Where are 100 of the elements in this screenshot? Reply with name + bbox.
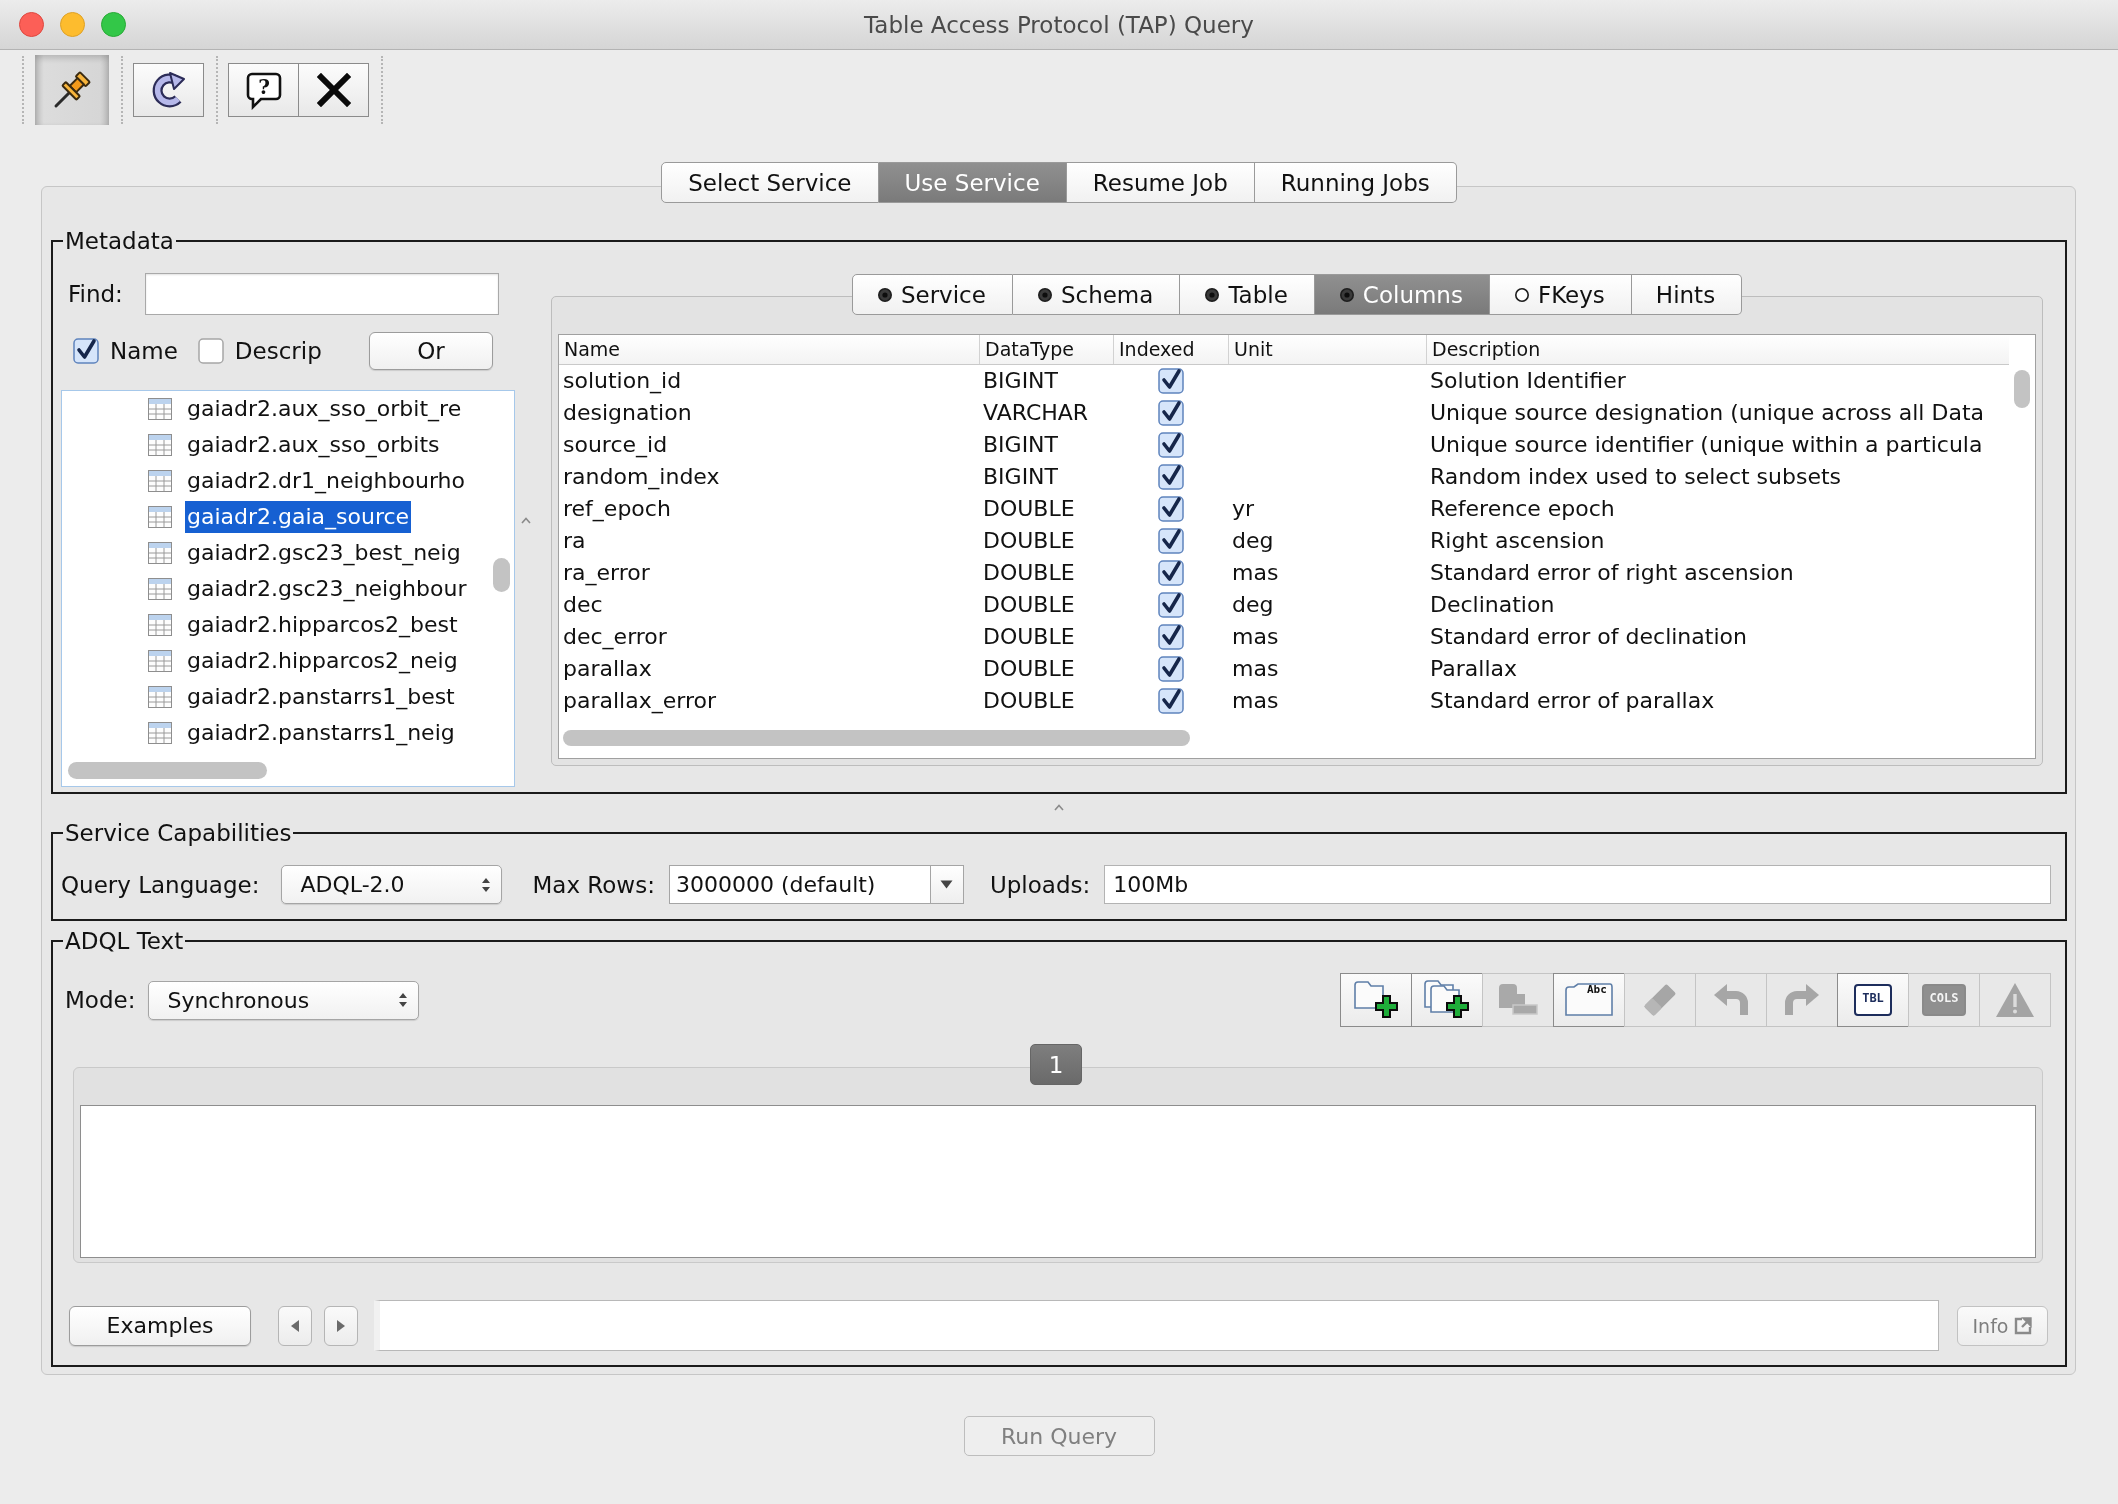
rename-button[interactable]: Abc — [1553, 973, 1625, 1027]
tab[interactable]: Service — [851, 274, 1013, 315]
table-icon — [148, 470, 172, 492]
checkbox[interactable] — [1157, 560, 1184, 586]
scrollbar-thumb[interactable] — [563, 730, 1190, 746]
tree-item[interactable]: gaiadr2.panstarrs1_best — [185, 681, 457, 713]
table-icon — [148, 722, 172, 744]
refresh-button[interactable] — [133, 63, 204, 117]
table-cell-text: DOUBLE — [982, 623, 1076, 651]
pin-button[interactable] — [35, 55, 109, 125]
table-cell-text: Unique source designation (unique across all Data — [1429, 399, 1985, 427]
column-header[interactable]: Unit — [1228, 335, 1426, 364]
checkbox[interactable] — [73, 338, 99, 364]
tab[interactable]: Select Service — [661, 162, 879, 203]
table-cell-text: Reference epoch — [1429, 495, 1616, 523]
tree-item[interactable]: gaiadr2.hipparcos2_neig — [185, 645, 460, 677]
folders-plus-icon — [1423, 979, 1471, 1021]
tab[interactable]: Columns — [1314, 274, 1490, 315]
table-cell-text: DOUBLE — [982, 559, 1076, 587]
tab[interactable]: Schema — [1012, 274, 1181, 315]
table-icon — [148, 434, 172, 456]
find-label: Find: — [68, 281, 123, 307]
scrollbar-thumb[interactable] — [68, 762, 267, 779]
checkbox[interactable] — [1157, 624, 1184, 650]
copy-folder-button[interactable] — [1411, 973, 1483, 1027]
dropdown[interactable]: Synchronous — [148, 980, 420, 1020]
column-header[interactable]: DataType — [979, 335, 1113, 364]
text-field[interactable] — [374, 1300, 1939, 1351]
close-button[interactable] — [298, 63, 369, 117]
examples-button[interactable]: Examples — [69, 1305, 251, 1346]
table-cell-text: parallax — [562, 655, 653, 683]
checkbox[interactable] — [1157, 400, 1184, 426]
previous-button[interactable] — [278, 1305, 312, 1346]
tab[interactable]: Hints — [1631, 274, 1743, 315]
column-header[interactable]: Indexed — [1113, 335, 1228, 364]
field-label: Uploads: — [989, 871, 1091, 898]
table-cell-text: ra — [562, 527, 587, 555]
checkbox-label: Descrip — [234, 338, 322, 364]
tab[interactable]: Resume Job — [1066, 162, 1255, 203]
checkbox[interactable] — [1157, 528, 1184, 554]
tree-item[interactable]: gaiadr2.hipparcos2_best — [185, 609, 460, 641]
mode-button[interactable]: Or — [369, 332, 493, 370]
tree-item[interactable]: gaiadr2.aux_sso_orbits — [185, 429, 442, 461]
table-cell-text: mas — [1231, 655, 1280, 683]
field-label: Mode: — [65, 987, 136, 1013]
checkbox[interactable] — [1157, 688, 1184, 714]
add-folder-button[interactable] — [1340, 973, 1412, 1027]
page-tab[interactable]: 1 — [1030, 1044, 1082, 1085]
tree-item[interactable]: gaiadr2.gaia_source — [185, 501, 412, 533]
splitter-caret-icon[interactable] — [521, 517, 531, 524]
uploads-field[interactable]: 100Mb — [1104, 865, 2051, 904]
table-cell-text: Unique source identifier (unique within a particula — [1429, 431, 1984, 459]
tree-item[interactable]: gaiadr2.gsc23_neighbour — [185, 573, 469, 605]
table-cell-text: DOUBLE — [982, 527, 1076, 555]
table-cell-text: BIGINT — [982, 463, 1059, 491]
tab[interactable]: FKeys — [1489, 274, 1632, 315]
tables-button[interactable]: TBL — [1837, 973, 1909, 1027]
table-cell-text: Right ascension — [1429, 527, 1606, 555]
checkbox[interactable] — [1157, 592, 1184, 618]
table-cell-text: DOUBLE — [982, 591, 1076, 619]
find-field[interactable] — [145, 273, 499, 315]
checkbox[interactable] — [1157, 368, 1184, 394]
checkbox[interactable] — [1157, 432, 1184, 458]
table-cell-text: mas — [1231, 623, 1280, 651]
checkbox[interactable] — [1157, 496, 1184, 522]
checkbox[interactable] — [1157, 656, 1184, 682]
dropdown[interactable]: ADQL-2.0 — [281, 865, 503, 904]
column-header[interactable]: Name — [559, 335, 979, 364]
checkbox[interactable] — [197, 338, 224, 364]
table-cell-text: ref_epoch — [562, 495, 672, 524]
tree-item[interactable]: gaiadr2.aux_sso_orbit_re — [185, 393, 464, 425]
checkbox-label: Name — [110, 338, 178, 364]
tree-item[interactable]: gaiadr2.dr1_neighbourho — [185, 465, 467, 497]
left-triangle-icon — [290, 1318, 300, 1333]
scrollbar-thumb[interactable] — [492, 558, 510, 592]
table-cell-text: DOUBLE — [982, 495, 1076, 523]
field-label: Query Language: — [61, 871, 260, 898]
column-header[interactable]: Description — [1426, 335, 2009, 364]
tab[interactable]: Table — [1180, 274, 1315, 315]
scrollbar-thumb[interactable] — [2014, 370, 2030, 408]
table-cell-text: yr — [1231, 495, 1256, 523]
help-button[interactable]: ? — [228, 63, 299, 117]
combo-field[interactable]: 3000000 (default) — [668, 865, 931, 904]
table-cell-text: random_index — [562, 463, 721, 492]
table-cell-text: BIGINT — [982, 367, 1059, 395]
tab[interactable]: Running Jobs — [1254, 162, 1457, 203]
checkbox[interactable] — [1157, 464, 1184, 490]
splitter-caret-icon[interactable] — [1054, 804, 1064, 811]
table-icon — [148, 542, 172, 564]
close-icon — [316, 73, 351, 107]
next-button[interactable] — [324, 1305, 358, 1346]
window-close-button[interactable] — [19, 12, 44, 37]
warning-icon — [1994, 981, 2036, 1019]
tree-item[interactable]: gaiadr2.panstarrs1_neig — [185, 717, 457, 749]
dropdown-button[interactable] — [929, 865, 964, 904]
table-cell-text: Standard error of declination — [1429, 623, 1748, 651]
tab[interactable]: Use Service — [878, 162, 1067, 203]
caret-icon — [940, 880, 954, 889]
tree-item[interactable]: gaiadr2.gsc23_best_neig — [185, 537, 463, 569]
group-title: Metadata — [64, 229, 175, 253]
